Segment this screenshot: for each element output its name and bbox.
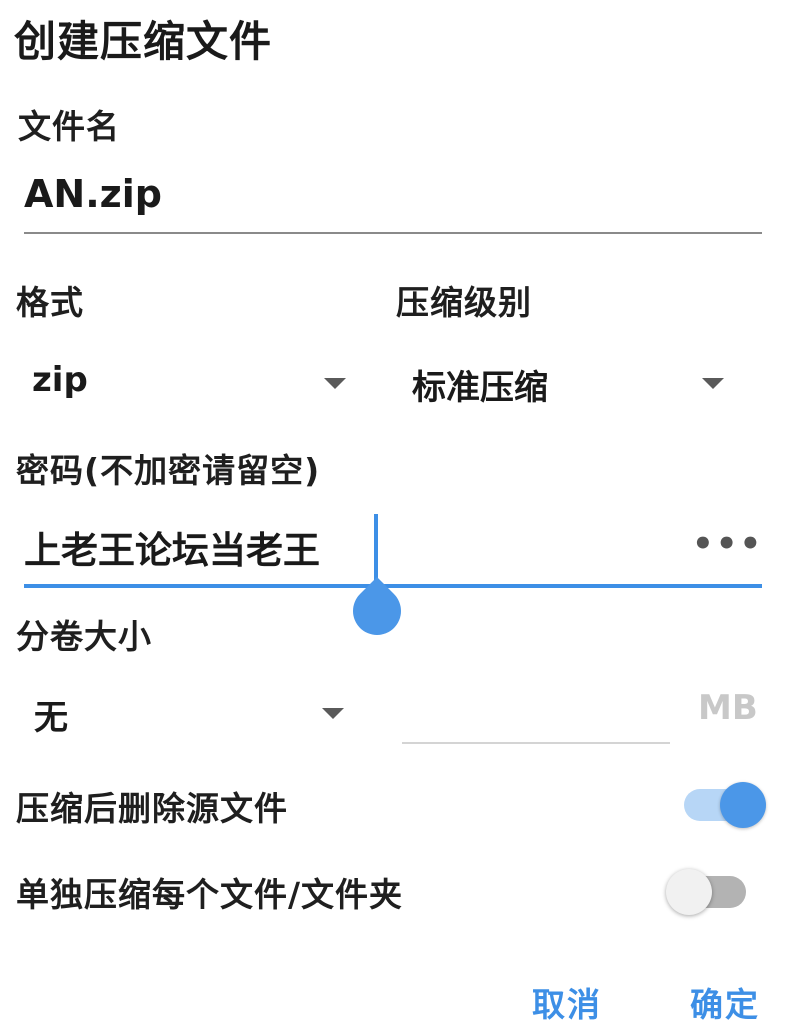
volume-size-selected-value: 无 (34, 698, 68, 738)
chevron-down-icon (702, 378, 724, 389)
confirm-button[interactable]: 确定 (690, 978, 760, 1026)
format-selected-value: zip (32, 360, 88, 400)
volume-size-input[interactable] (402, 678, 670, 746)
password-input-value: 上老王论坛当老王 (24, 529, 320, 572)
delete-source-switch[interactable] (680, 780, 768, 830)
volume-size-underline (402, 742, 670, 744)
compress-each-separately-label: 单独压缩每个文件/文件夹 (16, 875, 404, 914)
format-dropdown[interactable]: zip (24, 348, 360, 414)
switch-thumb (666, 869, 712, 915)
cancel-button[interactable]: 取消 (532, 978, 602, 1026)
password-field[interactable]: 上老王论坛当老王 ••• (24, 508, 762, 592)
volume-size-label: 分卷大小 (16, 617, 152, 656)
filename-label: 文件名 (18, 107, 120, 146)
more-dots-icon[interactable]: ••• (692, 524, 763, 564)
chevron-down-icon (324, 378, 346, 389)
switch-thumb (720, 782, 766, 828)
format-label: 格式 (16, 283, 84, 322)
password-underline-focused (24, 584, 762, 588)
compression-level-dropdown[interactable]: 标准压缩 (404, 348, 744, 414)
password-label: 密码(不加密请留空) (16, 451, 321, 490)
compress-each-separately-switch[interactable] (662, 866, 750, 918)
filename-field[interactable]: AN.zip (24, 164, 762, 236)
compression-level-selected-value: 标准压缩 (412, 368, 548, 408)
filename-underline (24, 232, 762, 234)
volume-size-dropdown[interactable]: 无 (24, 678, 360, 744)
dialog-title: 创建压缩文件 (14, 17, 273, 66)
chevron-down-icon (322, 708, 344, 719)
create-archive-dialog: 创建压缩文件 文件名 AN.zip 格式 压缩级别 zip 标准压缩 密码(不加… (0, 0, 800, 1033)
text-cursor (374, 514, 378, 584)
volume-size-unit: MB (698, 688, 758, 728)
delete-source-label: 压缩后删除源文件 (16, 789, 288, 828)
compression-level-label: 压缩级别 (396, 283, 532, 322)
filename-input-value: AN.zip (24, 172, 162, 216)
